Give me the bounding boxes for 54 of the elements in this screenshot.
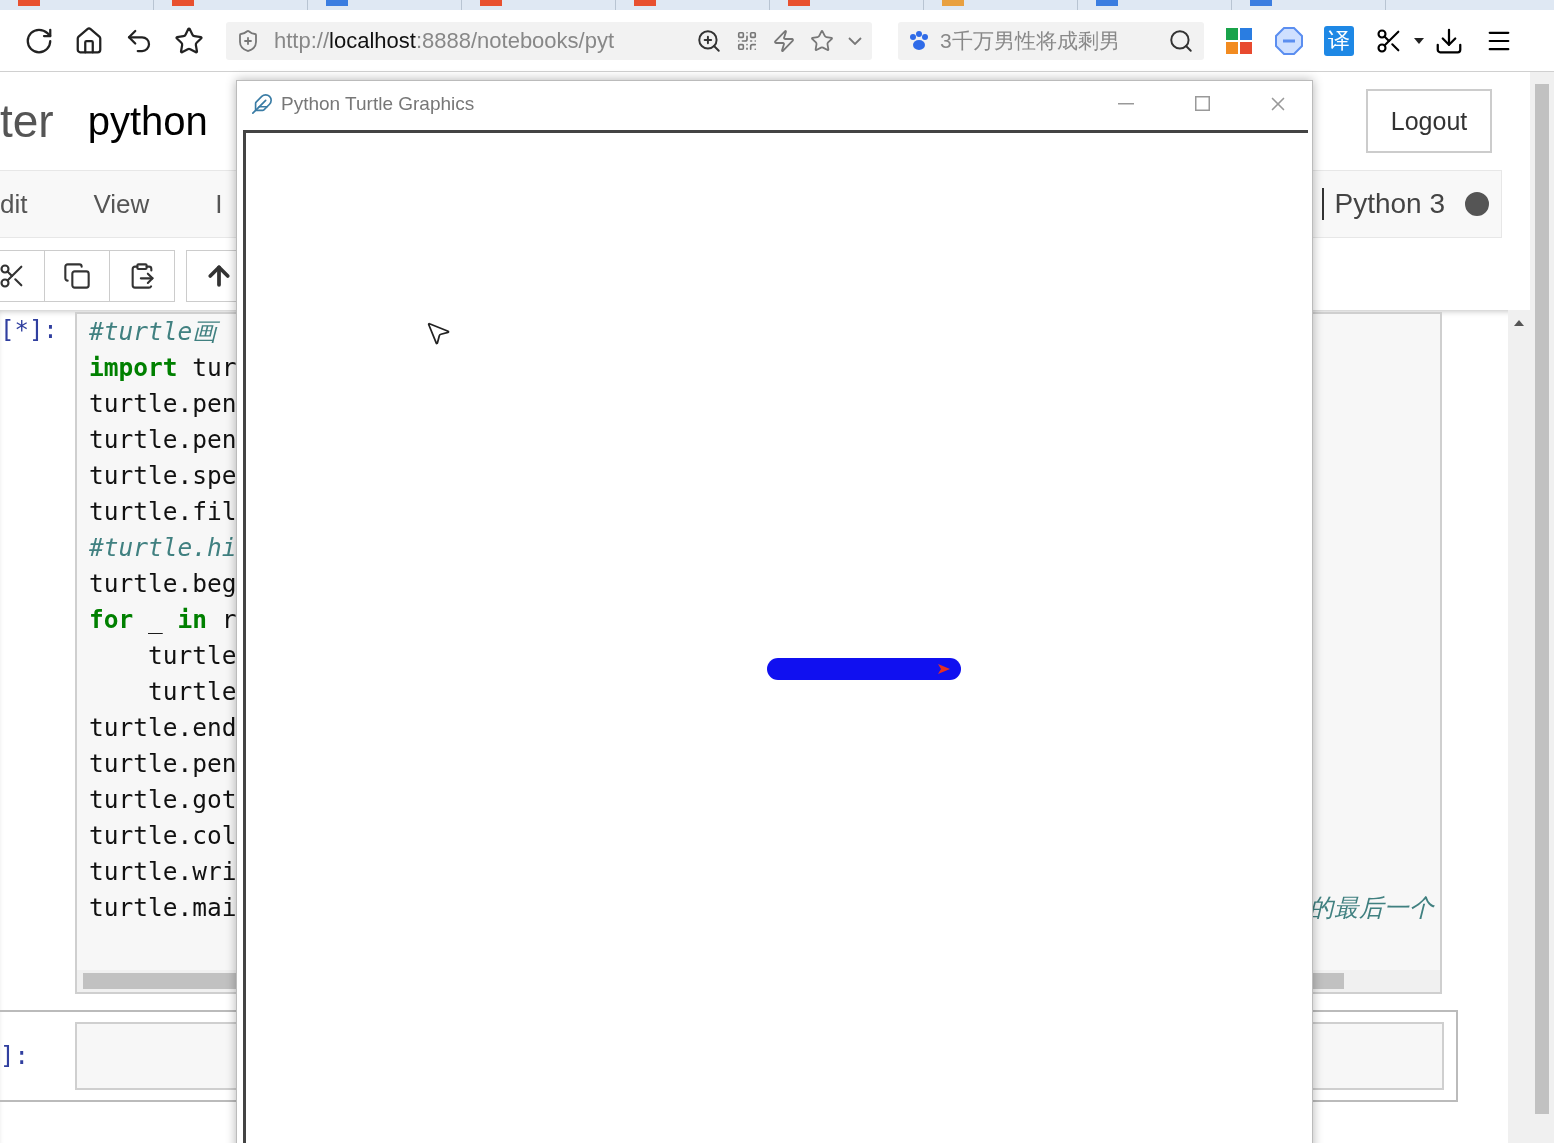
qr-code-icon [736,29,758,52]
scroll-up-icon[interactable] [1514,320,1524,326]
notebook-title[interactable]: python [87,98,208,144]
copy-button[interactable] [44,250,110,302]
shield-icon [236,28,260,53]
code-line: turtle.got [89,784,237,816]
logout-button[interactable]: Logout [1366,89,1492,153]
page-scrollbar[interactable] [1530,72,1554,1143]
feather-icon [251,92,273,115]
copy-icon [63,262,91,290]
translate-button[interactable]: 译 [1324,25,1354,56]
menu-item[interactable]: I [215,188,223,220]
code-line: turtle.pen [89,388,237,420]
address-bar[interactable]: http://localhost:8888/notebooks/pyt [226,21,872,60]
menu-item[interactable]: dit [0,188,28,220]
code-line: turtle.pen [89,424,237,456]
kernel-name: Python 3 [1322,188,1445,220]
maximize-icon[interactable] [1194,96,1210,111]
lightning-icon [772,28,796,53]
paste-button[interactable] [109,250,175,302]
minimize-icon[interactable] [1118,102,1134,105]
code-line: turtle.fil [89,496,237,528]
code-line: turtle.wri [89,856,237,888]
vertical-scrollbar[interactable] [1508,310,1530,1143]
logo-text: ter [0,94,54,148]
code-line: turtle.end [89,712,237,744]
code-line: #turtle.hi [89,532,237,564]
cell-prompt: [*]: [0,315,59,344]
search-icon [1168,27,1194,54]
window-title: Python Turtle Graphics [281,92,476,115]
code-line: turtle.col [89,820,237,852]
star-icon [810,28,834,53]
home-icon [74,25,104,56]
code-line: turtle.beg [89,568,237,600]
block-icon[interactable] [1275,26,1303,55]
caret-icon[interactable] [1414,37,1424,44]
search-field[interactable]: 3千万男性将成剩男 [938,27,1160,54]
zoom-icon [696,27,722,54]
code-line: #turtle画 [89,316,218,348]
url-text: http://localhost:8888/notebooks/pyt [274,27,616,54]
code-line: turtle [147,640,237,672]
chevron-down-icon [848,36,862,45]
code-line: turtle.spe [89,460,237,492]
search-field[interactable]: 3千万男性将成剩男 [898,21,1204,60]
code-line: turtle [147,676,237,708]
code-line: turtle.pen [89,748,237,780]
cell-prompt: ]: [0,1042,30,1070]
code-line: import tur [89,352,237,384]
code-line: turtle.mai [89,892,237,924]
paw-icon [908,29,930,52]
menu-item[interactable]: View [93,188,150,220]
star-icon [174,25,204,56]
windows-tiles-icon[interactable] [1226,27,1252,54]
code-line: for _ in r [89,604,237,636]
